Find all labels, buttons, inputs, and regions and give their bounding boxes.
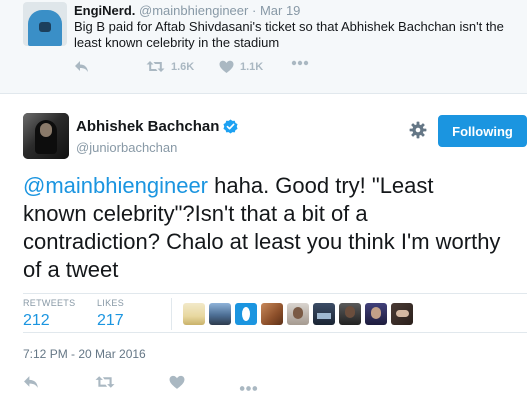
liker-avatar[interactable]: [235, 303, 257, 325]
liker-avatar[interactable]: [365, 303, 387, 325]
following-button[interactable]: Following: [438, 115, 527, 147]
parent-tweet-text: Big B paid for Aftab Shivdasani's ticket…: [74, 19, 504, 50]
liker-avatar-egg: [242, 307, 250, 321]
liker-avatar-detail: [317, 313, 331, 319]
reply-button[interactable]: [23, 375, 40, 395]
liker-avatars: [183, 303, 413, 325]
tweet-stats: RETWEETS 212 LIKES 217: [23, 293, 527, 333]
parent-more-button[interactable]: [291, 60, 309, 66]
retweet-icon: [95, 376, 115, 388]
gear-icon: [409, 121, 427, 139]
liker-avatar[interactable]: [287, 303, 309, 325]
heart-icon: [169, 375, 185, 389]
retweet-icon: [146, 61, 165, 72]
reply-icon: [24, 376, 38, 388]
main-author-avatar[interactable]: [23, 113, 69, 159]
user-actions-button[interactable]: [409, 121, 427, 144]
liker-avatar[interactable]: [183, 303, 205, 325]
heart-icon: [219, 60, 234, 73]
parent-date[interactable]: Mar 19: [260, 3, 300, 18]
avatar-face: [40, 123, 52, 137]
reply-icon: [75, 61, 88, 72]
stats-divider: [171, 298, 172, 330]
main-author-handle[interactable]: @juniorbachchan: [76, 140, 177, 155]
likes-label: LIKES: [97, 298, 125, 308]
parent-retweet-count: 1.6K: [171, 60, 195, 73]
main-author-name-row[interactable]: Abhishek Bachchan: [76, 118, 238, 135]
liker-avatar-face: [293, 307, 303, 319]
parent-separator: ·: [251, 3, 257, 18]
parent-avatar-print: [39, 22, 51, 32]
parent-header: EngiNerd. @mainbhiengineer · Mar 19: [74, 3, 300, 18]
main-tweet-text: @mainbhiengineer haha. Good try! "Least …: [23, 172, 503, 284]
more-icon: [239, 386, 258, 391]
parent-avatar[interactable]: [23, 2, 67, 46]
like-button[interactable]: [169, 375, 185, 395]
liker-avatar[interactable]: [391, 303, 413, 325]
liker-avatar[interactable]: [209, 303, 231, 325]
retweets-value: 212: [23, 312, 50, 329]
verified-badge-icon: [223, 119, 238, 134]
parent-retweet-button[interactable]: 1.6K: [146, 60, 194, 73]
mention-link[interactable]: @mainbhiengineer: [23, 173, 208, 198]
more-button[interactable]: [239, 379, 258, 397]
parent-author-handle[interactable]: @mainbhiengineer: [139, 3, 248, 18]
retweets-label: RETWEETS: [23, 298, 76, 308]
liker-avatar-detail: [396, 310, 409, 317]
likes-value: 217: [97, 312, 124, 329]
parent-author-name[interactable]: EngiNerd.: [74, 3, 135, 18]
parent-like-button[interactable]: 1.1K: [219, 60, 263, 74]
retweets-stat[interactable]: RETWEETS 212: [23, 298, 75, 330]
likes-stat[interactable]: LIKES 217: [97, 298, 124, 330]
parent-like-count: 1.1K: [240, 61, 264, 73]
liker-avatar[interactable]: [339, 303, 361, 325]
more-icon: [291, 60, 309, 66]
liker-avatar[interactable]: [261, 303, 283, 325]
liker-avatar-face: [345, 306, 355, 318]
tweet-timestamp[interactable]: 7:12 PM - 20 Mar 2016: [23, 347, 146, 361]
retweet-button[interactable]: [95, 375, 115, 394]
parent-tweet[interactable]: EngiNerd. @mainbhiengineer · Mar 19 Big …: [0, 0, 527, 94]
main-author-name[interactable]: Abhishek Bachchan: [76, 118, 219, 135]
liker-avatar[interactable]: [313, 303, 335, 325]
liker-avatar-face: [371, 307, 381, 319]
parent-reply-button[interactable]: [74, 60, 90, 74]
